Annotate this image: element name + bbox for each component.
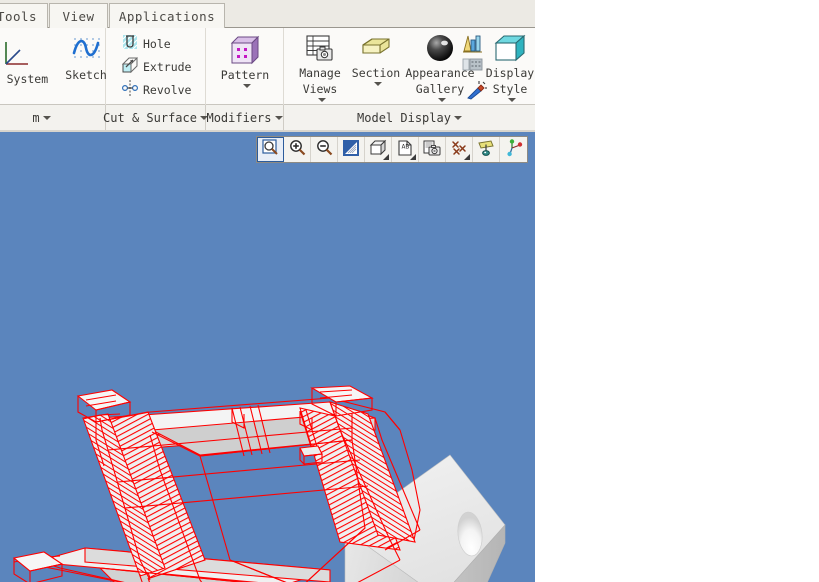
ribbon-footer: m Cut & Surface Modifiers Model Display <box>0 105 535 130</box>
manage-views-dropdown-arrow[interactable] <box>315 96 326 102</box>
group-label-modifiers-text: Modifiers <box>206 110 272 125</box>
ribbon-body: te System <box>0 28 535 105</box>
appearance-gallery-dropdown-arrow[interactable] <box>435 96 446 102</box>
refit-window-button[interactable] <box>257 137 284 162</box>
zoom-in-icon <box>289 139 306 160</box>
revolve-button[interactable]: Revolve <box>121 80 192 100</box>
repaint-icon <box>342 139 360 161</box>
datum-display-caret[interactable] <box>464 154 470 160</box>
appearance-gallery-icon <box>424 32 456 64</box>
appearance-gallery-label2: Gallery <box>415 81 465 96</box>
coordinate-system-label: te System <box>0 72 49 86</box>
model-display-group-arrow[interactable] <box>453 115 462 120</box>
display-style-label2: Style <box>492 81 528 96</box>
extrude-button[interactable]: Extrude <box>121 57 192 77</box>
group-label-model-display[interactable]: Model Display <box>284 105 535 130</box>
hole-icon <box>122 34 138 54</box>
pattern-icon <box>228 32 262 66</box>
hole-label: Hole <box>143 37 171 51</box>
group-label-model-display-text: Model Display <box>357 110 451 125</box>
model-3d-view[interactable] <box>0 130 535 582</box>
extrude-label: Extrude <box>143 60 192 74</box>
ribbon-group-datum: te System <box>0 28 107 105</box>
csys-triad-icon <box>505 138 523 161</box>
pattern-dropdown-arrow[interactable] <box>240 83 251 89</box>
display-style-caret[interactable] <box>383 154 389 160</box>
datum-display-button[interactable] <box>446 137 473 162</box>
manage-views-label2: Views <box>302 81 338 96</box>
section-dropdown-arrow[interactable] <box>371 81 382 87</box>
zoom-out-button[interactable] <box>311 137 338 162</box>
perspective-view-button[interactable] <box>462 56 484 78</box>
manage-views-button[interactable]: Manage Views <box>292 32 348 102</box>
datum-plane-icon <box>477 139 495 161</box>
cad-application-window: Tools View Applications System Sketch Ho… <box>0 0 819 582</box>
plane-display-button[interactable] <box>473 137 500 162</box>
display-style-button[interactable]: Display Style <box>482 32 535 102</box>
revolve-label: Revolve <box>143 83 192 97</box>
tab-view-label: View <box>62 8 95 24</box>
saved-views-button[interactable] <box>419 137 446 162</box>
hole-button[interactable]: Hole <box>122 34 171 54</box>
coordinate-system-icon <box>0 36 34 70</box>
pattern-button[interactable]: Pattern <box>212 32 278 89</box>
display-style-dropdown-arrow[interactable] <box>505 96 516 102</box>
saved-view-camera-icon <box>423 139 441 161</box>
manage-views-icon <box>304 32 336 64</box>
tab-tools-label: Tools <box>0 8 38 24</box>
group-label-cut-surface-text: Cut & Surface <box>103 110 197 125</box>
modifiers-group-arrow[interactable] <box>274 115 283 120</box>
display-style-label: Display <box>485 66 535 80</box>
refit-magnifier-icon <box>262 139 279 160</box>
tab-tools[interactable]: Tools <box>0 3 48 28</box>
view-toolbar: AB <box>256 136 528 163</box>
datum-group-arrow[interactable] <box>42 115 51 120</box>
revolve-icon <box>121 80 139 100</box>
tab-view[interactable]: View <box>49 3 108 28</box>
pattern-label: Pattern <box>220 68 270 82</box>
group-label-datum[interactable]: m <box>0 105 106 130</box>
ribbon-group-model-display: Manage Views Section Appearance Gallery … <box>284 28 535 105</box>
display-style-icon <box>493 32 527 64</box>
svg-text:AB: AB <box>402 142 410 150</box>
annotation-display-caret[interactable] <box>410 154 416 160</box>
zoom-in-button[interactable] <box>284 137 311 162</box>
section-label: Section <box>351 66 401 80</box>
group-label-cut-surface[interactable]: Cut & Surface <box>103 105 208 130</box>
display-style-button[interactable] <box>365 137 392 162</box>
annotation-display-button[interactable]: AB <box>392 137 419 162</box>
sketch-label: Sketch <box>65 68 107 82</box>
csys-display-button[interactable] <box>500 137 527 162</box>
color-edit-button[interactable] <box>462 34 484 58</box>
tab-applications-label: Applications <box>118 8 216 24</box>
perspective-icon <box>462 58 484 78</box>
section-icon <box>360 32 392 64</box>
section-button[interactable]: Section <box>348 32 404 87</box>
tab-applications[interactable]: Applications <box>109 3 225 28</box>
group-label-modifiers[interactable]: Modifiers <box>206 105 284 130</box>
extrude-icon <box>121 57 139 77</box>
repaint-button[interactable] <box>338 137 365 162</box>
manage-views-label: Manage <box>299 66 341 80</box>
group-label-datum-text: m <box>32 110 40 125</box>
zoom-out-icon <box>316 139 333 160</box>
ribbon: Tools View Applications System Sketch Ho… <box>0 0 535 130</box>
ribbon-group-shapes: Hole Extrude Revolve <box>106 28 206 105</box>
graphics-viewport[interactable] <box>0 130 535 582</box>
ribbon-tab-strip: Tools View Applications <box>0 0 535 28</box>
ribbon-group-pattern: Pattern <box>206 28 284 105</box>
sketch-icon <box>70 34 102 66</box>
